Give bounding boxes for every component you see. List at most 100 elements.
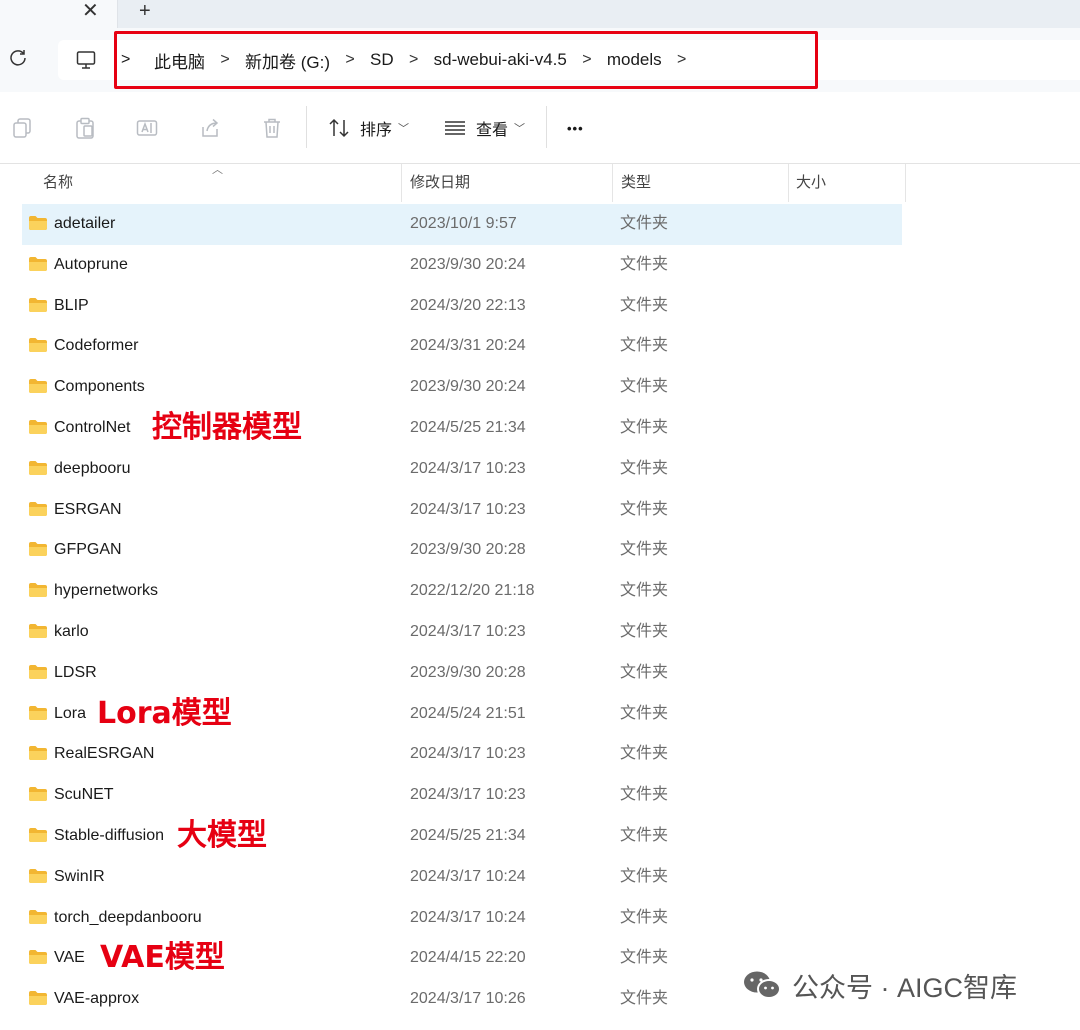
file-date: 2023/9/30 20:28	[410, 541, 526, 559]
folder-icon	[29, 991, 47, 1006]
sort-label: 排序	[360, 122, 393, 139]
delete-icon[interactable]	[261, 117, 283, 139]
file-row-adetailer[interactable]: adetailer 2023/10/1 9:57 文件夹	[22, 204, 902, 245]
column-divider[interactable]	[788, 164, 789, 202]
header-type[interactable]: 类型	[621, 164, 651, 202]
share-icon[interactable]	[199, 117, 221, 139]
breadcrumb-highlight-box	[114, 31, 818, 89]
file-type: 文件夹	[620, 990, 669, 1008]
paste-icon[interactable]	[74, 117, 96, 139]
file-type: 文件夹	[620, 255, 669, 273]
file-name: VAE	[54, 949, 85, 967]
tab-strip: ✕ +	[0, 0, 1080, 28]
wechat-icon	[744, 971, 781, 999]
file-date: 2024/5/24 21:51	[410, 704, 526, 722]
sort-button[interactable]: 排序 ﹀	[328, 114, 409, 142]
sort-ascending-icon: ︿	[212, 164, 223, 176]
folder-icon	[29, 787, 47, 802]
file-type: 文件夹	[620, 786, 669, 804]
command-bar: 排序 ﹀ 查看 ﹀ •••	[0, 92, 1080, 164]
copy-icon[interactable]	[12, 117, 34, 139]
file-name: BLIP	[54, 296, 89, 314]
file-type: 文件夹	[620, 459, 669, 477]
file-row-karlo[interactable]: karlo 2024/3/17 10:23 文件夹	[22, 612, 902, 653]
file-date: 2024/3/31 20:24	[410, 337, 526, 355]
file-row-blip[interactable]: BLIP 2024/3/20 22:13 文件夹	[22, 286, 902, 327]
file-type: 文件夹	[620, 908, 669, 926]
view-button[interactable]: 查看 ﹀	[444, 114, 525, 142]
column-divider[interactable]	[905, 164, 906, 202]
view-icon	[445, 121, 465, 135]
header-name[interactable]: 名称	[43, 164, 73, 202]
file-date: 2023/9/30 20:24	[410, 378, 526, 396]
file-type: 文件夹	[620, 867, 669, 885]
file-row-codeformer[interactable]: Codeformer 2024/3/31 20:24 文件夹	[22, 326, 902, 367]
file-name: GFPGAN	[54, 541, 122, 559]
file-row-swinir[interactable]: SwinIR 2024/3/17 10:24 文件夹	[22, 857, 902, 898]
file-type: 文件夹	[620, 337, 669, 355]
annotation-controlnet: 控制器模型	[152, 409, 302, 445]
file-date: 2024/3/17 10:24	[410, 908, 526, 926]
folder-icon	[29, 379, 47, 394]
file-row-components[interactable]: Components 2023/9/30 20:24 文件夹	[22, 367, 902, 408]
file-name: ESRGAN	[54, 500, 122, 518]
file-row-realesrgan[interactable]: RealESRGAN 2024/3/17 10:23 文件夹	[22, 734, 902, 775]
folder-icon	[29, 256, 47, 271]
file-type: 文件夹	[620, 704, 669, 722]
folder-icon	[29, 909, 47, 924]
this-pc-icon[interactable]	[76, 50, 96, 70]
file-date: 2024/4/15 22:20	[410, 949, 526, 967]
column-divider[interactable]	[401, 164, 402, 202]
file-name: ControlNet	[54, 418, 131, 436]
file-date: 2024/3/17 10:23	[410, 745, 526, 763]
annotation-lora: Lora模型	[97, 695, 232, 731]
column-divider[interactable]	[612, 164, 613, 202]
file-type: 文件夹	[620, 215, 669, 232]
toolbar-divider	[546, 106, 547, 148]
file-list: adetailer 2023/10/1 9:57 文件夹 Autoprune 2023/…	[22, 204, 902, 1020]
file-date: 2024/3/20 22:13	[410, 296, 526, 314]
file-row-ldsr[interactable]: LDSR 2023/9/30 20:28 文件夹	[22, 653, 902, 694]
file-row-scunet[interactable]: ScuNET 2024/3/17 10:23 文件夹	[22, 775, 902, 816]
file-date: 2024/5/25 21:34	[410, 418, 526, 436]
folder-icon	[29, 664, 47, 679]
refresh-icon[interactable]	[8, 48, 30, 70]
folder-icon	[29, 868, 47, 883]
file-row-controlnet[interactable]: ControlNet 2024/5/25 21:34 文件夹 控制器模型	[22, 408, 902, 449]
file-type: 文件夹	[620, 418, 669, 436]
file-type: 文件夹	[620, 378, 669, 396]
annotation-stable-diffusion: 大模型	[177, 817, 267, 853]
file-name: hypernetworks	[54, 582, 159, 600]
file-type: 文件夹	[620, 296, 669, 314]
file-date: 2024/3/17 10:26	[410, 990, 526, 1008]
folder-icon	[29, 623, 47, 638]
active-tab[interactable]: ✕	[0, 0, 118, 28]
toolbar-divider	[306, 106, 307, 148]
view-label: 查看	[476, 122, 509, 139]
file-name: karlo	[54, 622, 89, 640]
folder-icon	[29, 460, 47, 475]
file-row-lora[interactable]: Lora 2024/5/24 21:51 文件夹 Lora模型	[22, 694, 902, 735]
file-row-stable-diffusion[interactable]: Stable-diffusion 2024/5/25 21:34 文件夹 大模型	[22, 816, 902, 857]
header-size[interactable]: 大小	[796, 164, 826, 202]
header-date[interactable]: 修改日期	[410, 164, 470, 202]
file-type: 文件夹	[620, 949, 669, 967]
chevron-down-icon: ﹀	[514, 123, 526, 135]
column-header: ︿ 名称 修改日期 类型 大小	[0, 164, 1080, 202]
file-date: 2024/3/17 10:24	[410, 867, 526, 885]
file-row-esrgan[interactable]: ESRGAN 2024/3/17 10:23 文件夹	[22, 490, 902, 531]
folder-icon	[29, 950, 47, 965]
new-tab-icon[interactable]: +	[139, 0, 151, 22]
folder-icon	[29, 216, 47, 230]
more-options-button[interactable]: •••	[567, 114, 584, 142]
file-row-torch_deepdanbooru[interactable]: torch_deepdanbooru 2024/3/17 10:24 文件夹	[22, 898, 902, 939]
rename-icon[interactable]	[136, 117, 158, 139]
sort-icon	[329, 118, 349, 138]
file-row-hypernetworks[interactable]: hypernetworks 2022/12/20 21:18 文件夹	[22, 571, 902, 612]
close-tab-icon[interactable]: ✕	[82, 0, 99, 22]
folder-icon	[29, 338, 47, 353]
file-row-deepbooru[interactable]: deepbooru 2024/3/17 10:23 文件夹	[22, 449, 902, 490]
file-row-autoprune[interactable]: Autoprune 2023/9/30 20:24 文件夹	[22, 245, 902, 286]
file-name: VAE-approx	[54, 990, 140, 1008]
file-row-gfpgan[interactable]: GFPGAN 2023/9/30 20:28 文件夹	[22, 530, 902, 571]
